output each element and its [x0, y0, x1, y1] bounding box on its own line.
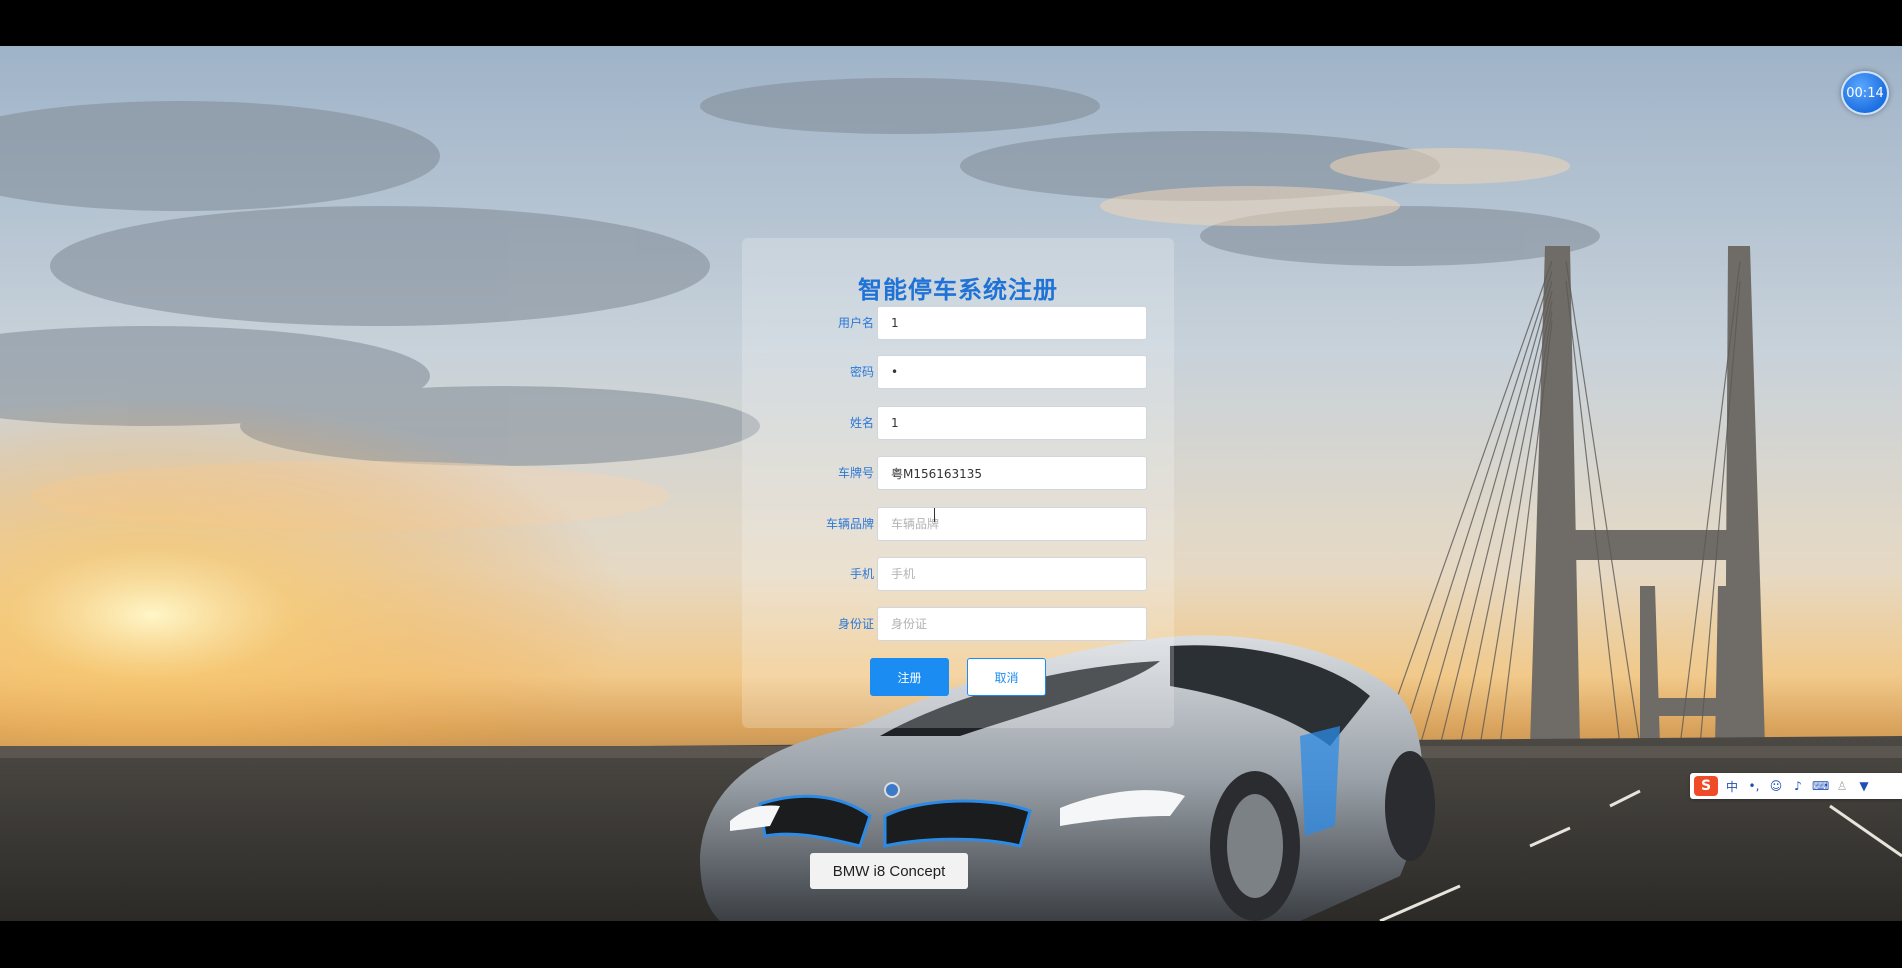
car-license-plate: BMW i8 Concept [810, 853, 968, 889]
password-label: 密码 [849, 365, 874, 379]
phone-label: 手机 [849, 567, 874, 581]
plate-row: 车牌号 [742, 456, 1174, 490]
name-input[interactable] [877, 406, 1147, 440]
id-card-input[interactable] [877, 607, 1147, 641]
password-input[interactable] [877, 355, 1147, 389]
brand-row: 车辆品牌 [742, 507, 1174, 541]
bottom-letterbox [0, 921, 1902, 968]
name-row: 姓名 [742, 406, 1174, 440]
name-label: 姓名 [849, 416, 874, 430]
emoji-icon[interactable]: ☺ [1768, 779, 1784, 793]
plate-input[interactable] [877, 456, 1147, 490]
timer-badge: 00:14 [1841, 71, 1889, 115]
register-button[interactable]: 注册 [870, 658, 949, 696]
password-row: 密码 [742, 355, 1174, 389]
phone-row: 手机 [742, 557, 1174, 591]
top-letterbox [0, 0, 1902, 46]
mic-icon[interactable]: ♪ [1790, 779, 1806, 793]
keyboard-icon[interactable]: ⌨ [1812, 779, 1829, 793]
user-icon[interactable]: ♙ [1834, 779, 1850, 793]
punctuation-icon[interactable]: •, [1746, 779, 1762, 793]
brand-input[interactable] [877, 507, 1147, 541]
id-card-row: 身份证 [742, 607, 1174, 641]
username-input[interactable] [877, 306, 1147, 340]
skin-icon[interactable]: ▼ [1856, 779, 1872, 793]
brand-label: 车辆品牌 [825, 517, 874, 531]
username-label: 用户名 [837, 316, 874, 330]
sogou-logo-icon[interactable]: S [1694, 776, 1718, 796]
form-title: 智能停车系统注册 [858, 276, 1058, 304]
cancel-button[interactable]: 取消 [967, 658, 1046, 696]
ime-mode-toggle[interactable]: 中 [1724, 778, 1740, 795]
text-cursor [934, 508, 935, 522]
register-form: 智能停车系统注册 用户名 密码 姓名 车牌号 车辆品牌 手机 身份证 注册 取消 [742, 238, 1174, 728]
id-card-label: 身份证 [837, 617, 874, 631]
phone-input[interactable] [877, 557, 1147, 591]
username-row: 用户名 [742, 306, 1174, 340]
ime-toolbar[interactable]: S 中 •, ☺ ♪ ⌨ ♙ ▼ [1690, 773, 1902, 799]
plate-label: 车牌号 [837, 466, 874, 480]
